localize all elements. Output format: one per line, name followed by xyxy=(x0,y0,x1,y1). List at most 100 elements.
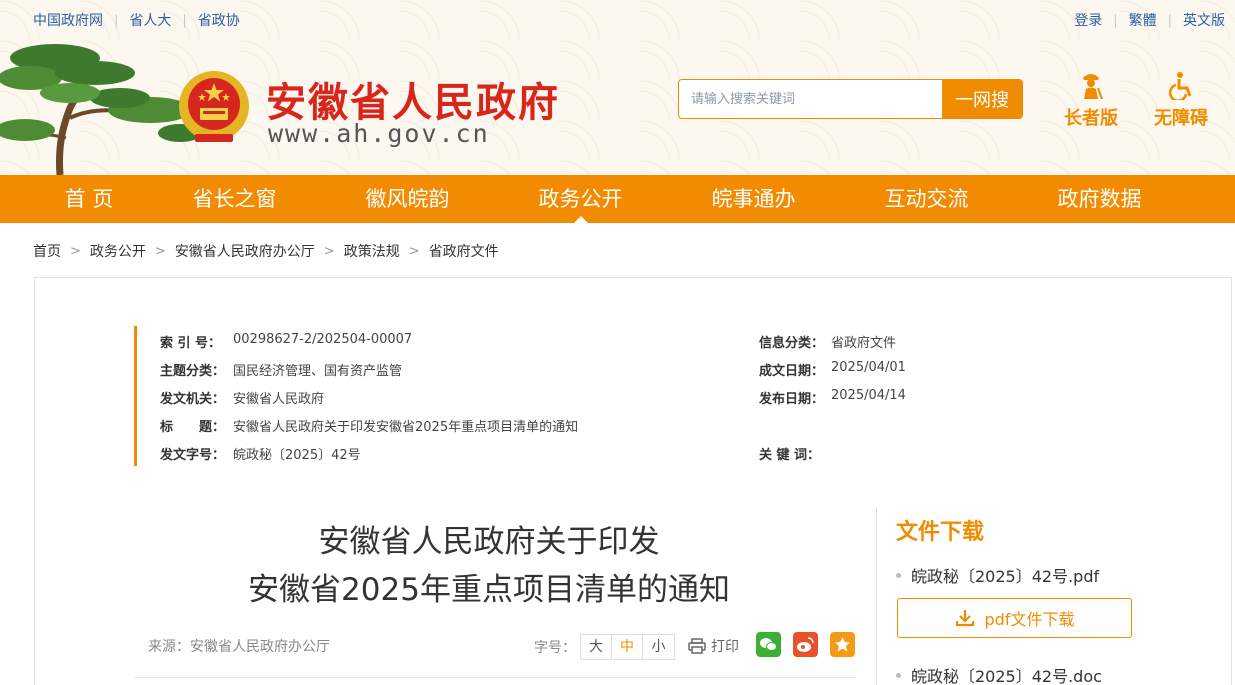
star-icon xyxy=(835,637,850,652)
breadcrumb-home[interactable]: 首页 xyxy=(33,241,61,261)
search-button[interactable]: 一网搜 xyxy=(942,80,1022,118)
meta-row-issuer: 发文机关： 安徽省人民政府 xyxy=(137,388,324,408)
nav-services[interactable]: 皖事通办 xyxy=(667,175,840,223)
download-file-name: 皖政秘〔2025〕42号.pdf xyxy=(911,567,1100,586)
meta-label: 成文日期： xyxy=(759,364,825,379)
meta-label: 发布日期： xyxy=(759,392,825,407)
pdf-download-label: pdf文件下载 xyxy=(984,610,1075,629)
meta-label: 主题分类： xyxy=(160,364,226,379)
elder-mode-label: 长者版 xyxy=(1064,108,1118,129)
document-title-line: 安徽省人民政府关于印发 xyxy=(318,524,660,560)
meta-value: 安徽省人民政府 xyxy=(233,392,325,407)
national-emblem-icon xyxy=(179,71,249,142)
separator: | xyxy=(1167,12,1172,28)
traditional-chinese-link[interactable]: 繁體 xyxy=(1129,10,1157,30)
bullet-icon xyxy=(896,672,901,678)
meta-value: 省政府文件 xyxy=(831,336,897,351)
font-size-large[interactable]: 大 xyxy=(581,635,612,659)
breadcrumb: 首页 > 政务公开 > 安徽省人民政府办公厅 > 政策法规 > 省政府文件 xyxy=(33,241,499,261)
top-right-links: 登录 | 繁體 | 英文版 xyxy=(1074,10,1225,30)
bullet-icon xyxy=(896,572,901,578)
elder-mode-button[interactable]: 长者版 xyxy=(1056,72,1126,130)
site-url: www.ah.gov.cn xyxy=(268,119,490,148)
breadcrumb-policies[interactable]: 政策法规 xyxy=(344,241,400,261)
separator: | xyxy=(114,12,119,28)
elder-icon xyxy=(1083,74,1103,100)
meta-row-topic: 主题分类： 国民经济管理、国有资产监管 xyxy=(137,360,402,380)
divider xyxy=(134,677,856,678)
download-icon xyxy=(955,610,974,627)
meta-value: 国民经济管理、国有资产监管 xyxy=(233,364,403,379)
meta-value: 皖政秘〔2025〕42号 xyxy=(233,448,361,463)
meta-label: 关 键 词： xyxy=(759,448,821,463)
favorite-button[interactable] xyxy=(830,632,855,657)
nav-home[interactable]: 首 页 xyxy=(30,175,148,223)
meta-label: 标 题： xyxy=(160,420,226,435)
accessibility-mode-button[interactable]: 无障碍 xyxy=(1146,72,1216,130)
meta-row-category: 信息分类： 省政府文件 xyxy=(759,332,896,352)
meta-label: 索 引 号： xyxy=(160,336,222,351)
nav-government-data[interactable]: 政府数据 xyxy=(1013,175,1186,223)
font-size-small[interactable]: 小 xyxy=(643,635,674,659)
meta-row-docno: 发文字号： 皖政秘〔2025〕42号 xyxy=(137,444,361,464)
pdf-download-button[interactable]: pdf文件下载 xyxy=(897,598,1132,638)
separator: | xyxy=(1113,12,1118,28)
chevron-right-icon: > xyxy=(408,243,420,259)
share-weibo-button[interactable] xyxy=(793,632,818,657)
download-section-title: 文件下载 xyxy=(896,520,985,545)
document-title: 安徽省人民政府关于印发 安徽省2025年重点项目清单的通知 xyxy=(134,518,844,614)
meta-row-title: 标 题： 安徽省人民政府关于印发安徽省2025年重点项目清单的通知 xyxy=(137,416,578,436)
nav-interaction[interactable]: 互动交流 xyxy=(840,175,1013,223)
meta-row-keywords: 关 键 词： xyxy=(759,444,831,464)
breadcrumb-government-affairs[interactable]: 政务公开 xyxy=(90,241,146,261)
download-file-name: 皖政秘〔2025〕42号.doc xyxy=(911,667,1102,685)
nav-government-affairs[interactable]: 政务公开 xyxy=(494,175,667,223)
share-wechat-button[interactable] xyxy=(756,632,781,657)
wechat-icon xyxy=(760,638,777,651)
weibo-icon xyxy=(797,637,814,652)
english-version-link[interactable]: 英文版 xyxy=(1183,10,1225,30)
download-file-doc[interactable]: 皖政秘〔2025〕42号.doc xyxy=(896,663,1102,685)
meta-row-published-date: 发布日期： 2025/04/14 xyxy=(759,388,906,408)
link-provincial-congress[interactable]: 省人大 xyxy=(129,10,171,30)
top-left-links: 中国政府网 | 省人大 | 省政协 xyxy=(33,10,240,30)
search-input[interactable] xyxy=(679,80,944,118)
search-box: 一网搜 xyxy=(678,79,1023,119)
font-size-label: 字号： xyxy=(534,640,576,656)
meta-value: 00298627-2/202504-00007 xyxy=(233,332,413,347)
meta-label: 发文字号： xyxy=(160,448,226,463)
breadcrumb-general-office[interactable]: 安徽省人民政府办公厅 xyxy=(175,241,315,261)
printer-icon xyxy=(688,638,706,654)
chevron-right-icon: > xyxy=(323,243,335,259)
meta-row-written-date: 成文日期： 2025/04/01 xyxy=(759,360,906,380)
document-metadata: 索 引 号： 00298627-2/202504-00007 主题分类： 国民经… xyxy=(134,326,906,466)
sidebar-divider xyxy=(876,508,877,685)
chevron-right-icon: > xyxy=(154,243,166,259)
top-bar: 中国政府网 | 省人大 | 省政协 登录 | 繁體 | 英文版 xyxy=(0,0,1235,40)
font-size-options: 大 中 小 xyxy=(580,634,675,660)
nav-governor-window[interactable]: 省长之窗 xyxy=(148,175,321,223)
main-nav: 首 页 省长之窗 徽风皖韵 政务公开 皖事通办 互动交流 政府数据 xyxy=(0,175,1235,223)
meta-value: 安徽省人民政府关于印发安徽省2025年重点项目清单的通知 xyxy=(233,420,579,435)
login-link[interactable]: 登录 xyxy=(1074,10,1102,30)
meta-value: 2025/04/01 xyxy=(831,360,906,375)
print-label: 打印 xyxy=(711,639,739,655)
link-gov-cn[interactable]: 中国政府网 xyxy=(33,10,103,30)
font-size-control: 字号： 大 中 小 xyxy=(534,634,675,660)
meta-label: 发文机关： xyxy=(160,392,226,407)
download-file-pdf[interactable]: 皖政秘〔2025〕42号.pdf xyxy=(896,563,1099,587)
pine-tree-icon xyxy=(0,44,200,175)
meta-label: 信息分类： xyxy=(759,336,825,351)
nav-anhui-culture[interactable]: 徽风皖韵 xyxy=(321,175,494,223)
document-title-line: 安徽省2025年重点项目清单的通知 xyxy=(248,572,730,608)
meta-row-index: 索 引 号： 00298627-2/202504-00007 xyxy=(137,332,412,352)
wheelchair-icon xyxy=(1168,72,1192,100)
print-button[interactable]: 打印 xyxy=(688,636,739,656)
link-provincial-cppcc[interactable]: 省政协 xyxy=(198,10,240,30)
separator: | xyxy=(182,12,187,28)
meta-value: 2025/04/14 xyxy=(831,388,906,403)
accessibility-mode-label: 无障碍 xyxy=(1154,108,1208,129)
font-size-medium[interactable]: 中 xyxy=(612,635,643,659)
breadcrumb-provincial-documents[interactable]: 省政府文件 xyxy=(429,241,499,261)
document-source: 来源：安徽省人民政府办公厅 xyxy=(148,639,330,655)
